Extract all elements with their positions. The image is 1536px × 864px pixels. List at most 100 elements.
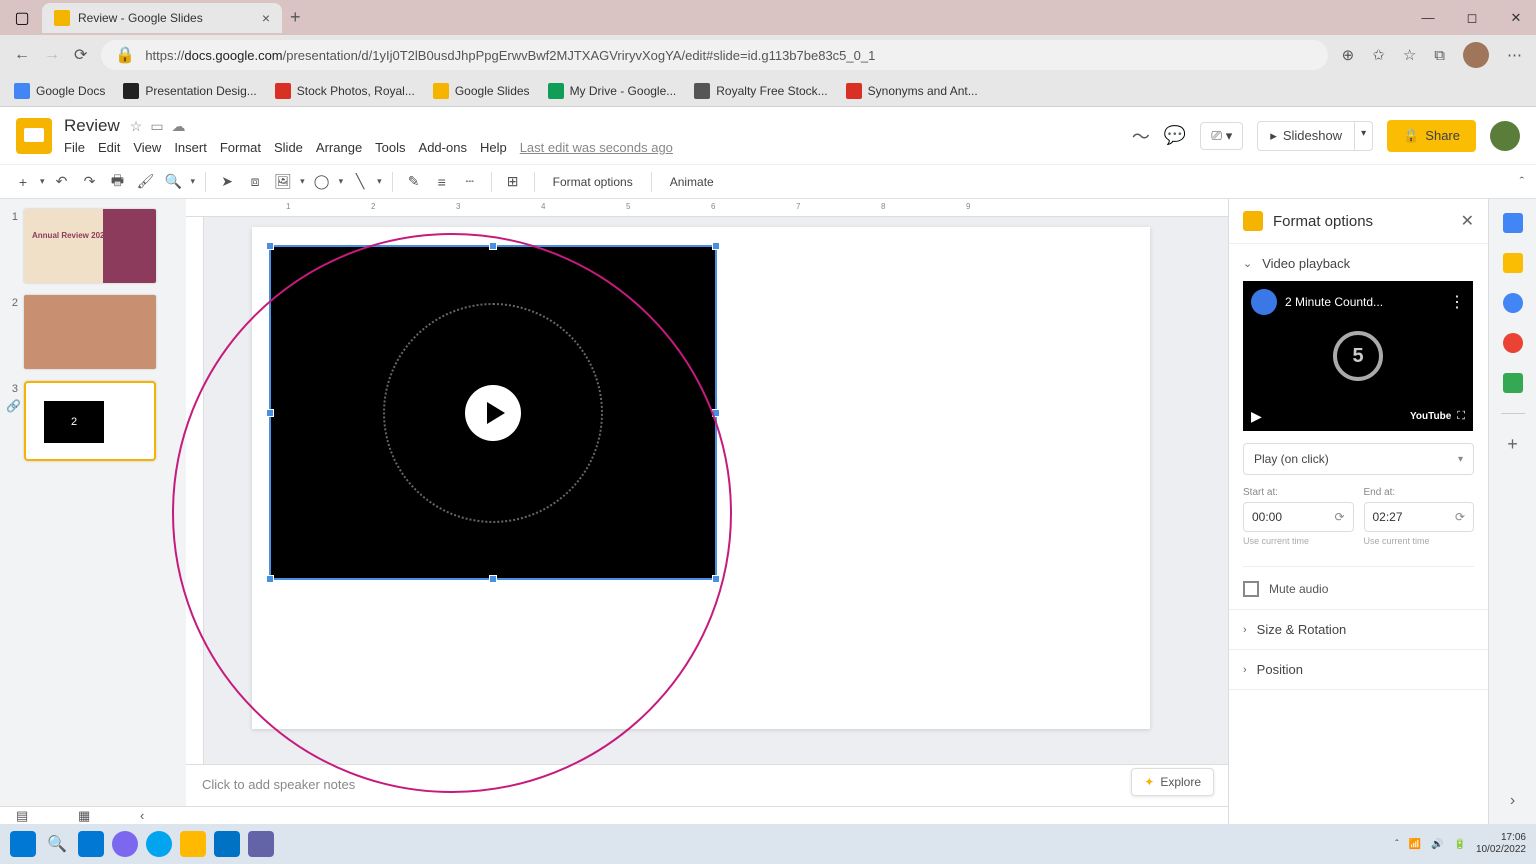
- redo-icon[interactable]: ↷: [79, 173, 101, 190]
- collections-icon[interactable]: ⧉: [1434, 47, 1445, 64]
- textbox-icon[interactable]: ⧈: [244, 173, 266, 190]
- refresh-icon[interactable]: ⟳: [74, 45, 87, 65]
- grid-view-icon[interactable]: ▦: [78, 808, 100, 824]
- resize-handle[interactable]: [489, 242, 497, 250]
- resize-handle[interactable]: [712, 575, 720, 583]
- resize-handle[interactable]: [712, 409, 720, 417]
- browser-tab[interactable]: Review - Google Slides ×: [42, 3, 282, 33]
- wifi-icon[interactable]: 📶: [1409, 839, 1421, 850]
- battery-icon[interactable]: 🔋: [1453, 839, 1465, 850]
- maximize-icon[interactable]: ◻: [1460, 10, 1484, 26]
- add-addon-icon[interactable]: +: [1507, 434, 1518, 455]
- tasks-icon[interactable]: [1503, 293, 1523, 313]
- menu-view[interactable]: View: [133, 140, 161, 155]
- move-icon[interactable]: ▭: [150, 118, 163, 135]
- menu-format[interactable]: Format: [220, 140, 261, 155]
- bookmark-item[interactable]: Google Docs: [14, 83, 105, 99]
- activity-icon[interactable]: 〜: [1132, 123, 1150, 149]
- bookmark-item[interactable]: Google Slides: [433, 83, 530, 99]
- menu-help[interactable]: Help: [480, 140, 507, 155]
- bookmark-item[interactable]: Presentation Desig...: [123, 83, 256, 99]
- menu-insert[interactable]: Insert: [174, 140, 207, 155]
- browser-menu-icon[interactable]: ⋯: [1507, 46, 1522, 64]
- slideshow-button[interactable]: ▸Slideshow: [1257, 121, 1355, 151]
- play-mode-select[interactable]: Play (on click) ▾: [1243, 443, 1474, 475]
- start-icon[interactable]: [10, 831, 36, 857]
- favorites-icon[interactable]: ☆: [1403, 46, 1416, 64]
- slides-logo[interactable]: [16, 118, 52, 154]
- resize-handle[interactable]: [712, 242, 720, 250]
- select-icon[interactable]: ➤: [216, 173, 238, 190]
- app-icon[interactable]: [112, 831, 138, 857]
- menu-slide[interactable]: Slide: [274, 140, 303, 155]
- menu-tools[interactable]: Tools: [375, 140, 405, 155]
- print-icon[interactable]: 🖶: [107, 170, 129, 194]
- zoom-icon[interactable]: 🔍: [163, 173, 185, 190]
- star-icon[interactable]: ☆: [130, 118, 143, 135]
- animate-button[interactable]: Animate: [662, 171, 722, 193]
- browser-profile-avatar[interactable]: [1463, 42, 1489, 68]
- cloud-status-icon[interactable]: ☁: [172, 118, 186, 135]
- tab-overview-icon[interactable]: ▢: [8, 4, 36, 32]
- calendar-icon[interactable]: [1503, 213, 1523, 233]
- video-menu-icon[interactable]: ⋮: [1449, 292, 1465, 312]
- end-at-input[interactable]: 02:27⟳: [1364, 502, 1475, 532]
- resize-handle[interactable]: [266, 409, 274, 417]
- slide-canvas[interactable]: [252, 227, 1150, 729]
- use-current-end[interactable]: Use current time: [1364, 536, 1475, 546]
- keep-icon[interactable]: [1503, 253, 1523, 273]
- volume-icon[interactable]: 🔊: [1431, 839, 1443, 850]
- size-rotation-section[interactable]: › Size & Rotation: [1243, 622, 1474, 637]
- newtab-button[interactable]: +: [290, 7, 301, 28]
- filmstrip-view-icon[interactable]: ▤: [16, 808, 38, 824]
- resize-handle[interactable]: [266, 575, 274, 583]
- slide-thumbnail-1[interactable]: Annual Review 2021: [24, 209, 156, 283]
- bookmark-item[interactable]: Synonyms and Ant...: [846, 83, 978, 99]
- slide-thumbnail-3[interactable]: 2: [24, 381, 156, 461]
- tray-chevron-icon[interactable]: ˆ: [1395, 839, 1398, 850]
- close-sidebar-icon[interactable]: ✕: [1461, 211, 1474, 231]
- video-object[interactable]: [269, 245, 717, 580]
- image-icon[interactable]: 🖼: [272, 173, 294, 190]
- outlook-icon[interactable]: [214, 831, 240, 857]
- undo-icon[interactable]: ↶: [51, 173, 73, 190]
- border-color-icon[interactable]: ✎: [403, 173, 425, 190]
- border-dash-icon[interactable]: ┄: [459, 173, 481, 190]
- site-info-icon[interactable]: 🔒: [115, 45, 135, 65]
- comment-insert-icon[interactable]: ⊞: [502, 173, 524, 190]
- edge-icon[interactable]: [146, 831, 172, 857]
- bookmark-item[interactable]: My Drive - Google...: [548, 83, 677, 99]
- last-edit-link[interactable]: Last edit was seconds ago: [520, 140, 673, 155]
- start-at-input[interactable]: 00:00⟳: [1243, 502, 1354, 532]
- zoom-icon[interactable]: ⊕: [1342, 46, 1355, 64]
- menu-addons[interactable]: Add-ons: [419, 140, 467, 155]
- shape-icon[interactable]: ◯: [311, 173, 333, 190]
- share-button[interactable]: 🔒Share: [1387, 120, 1476, 152]
- resize-handle[interactable]: [266, 242, 274, 250]
- position-section[interactable]: › Position: [1243, 662, 1474, 677]
- collapse-panel-icon[interactable]: ‹: [140, 808, 162, 823]
- speaker-notes[interactable]: Click to add speaker notes: [186, 764, 1228, 806]
- refresh-icon[interactable]: ⟳: [1455, 510, 1465, 524]
- menu-edit[interactable]: Edit: [98, 140, 120, 155]
- new-slide-icon[interactable]: +: [12, 174, 34, 190]
- collapse-toolbar-icon[interactable]: ˆ: [1520, 174, 1524, 189]
- explore-button[interactable]: ✦Explore: [1131, 768, 1214, 796]
- explorer-icon[interactable]: [180, 831, 206, 857]
- contacts-icon[interactable]: [1503, 333, 1523, 353]
- clock[interactable]: 17:06 10/02/2022: [1476, 832, 1526, 856]
- paint-format-icon[interactable]: 🖌: [135, 173, 157, 190]
- fullscreen-icon[interactable]: ⛶: [1457, 410, 1465, 423]
- close-tab-icon[interactable]: ×: [262, 10, 270, 26]
- account-avatar[interactable]: [1490, 121, 1520, 151]
- maps-icon[interactable]: [1503, 373, 1523, 393]
- address-bar[interactable]: 🔒 https://docs.google.com/presentation/d…: [101, 40, 1327, 70]
- comments-icon[interactable]: 💬: [1164, 125, 1186, 146]
- bookmark-item[interactable]: Royalty Free Stock...: [694, 83, 827, 99]
- add-favorite-icon[interactable]: ✩: [1372, 46, 1385, 64]
- mute-audio-checkbox[interactable]: Mute audio: [1243, 566, 1474, 597]
- present-button[interactable]: ⎚▾: [1200, 122, 1243, 150]
- border-weight-icon[interactable]: ≡: [431, 174, 453, 190]
- play-button[interactable]: [465, 385, 521, 441]
- resize-handle[interactable]: [489, 575, 497, 583]
